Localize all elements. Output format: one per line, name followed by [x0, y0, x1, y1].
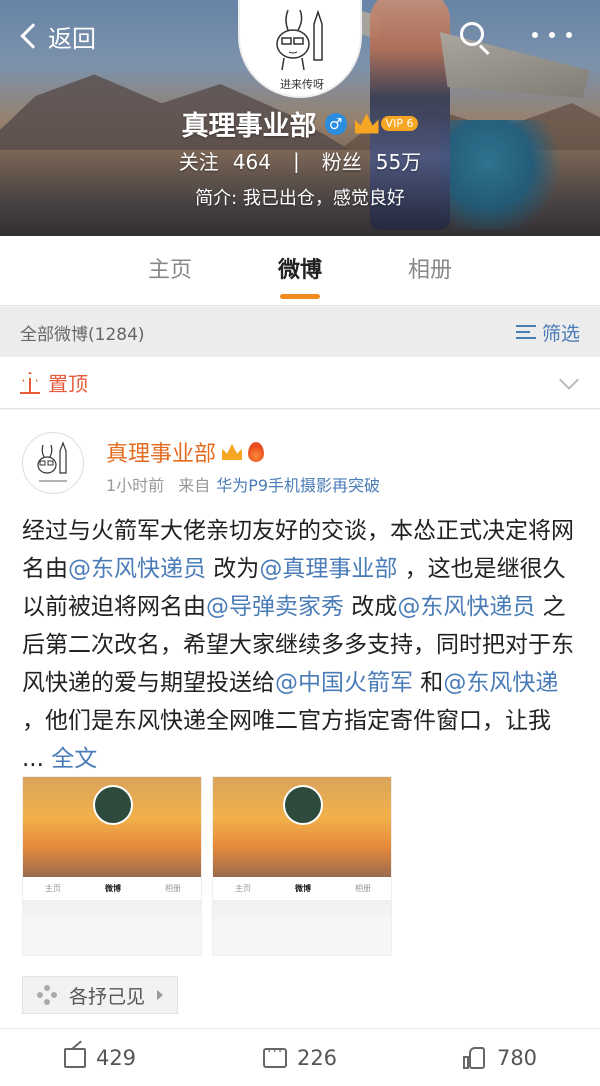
opinion-tag[interactable]: 各抒己见: [22, 976, 179, 1014]
all-posts-count: 全部微博(1284): [20, 324, 145, 345]
post-image[interactable]: 主页 微博 相册: [212, 776, 392, 956]
pinned-label: 置顶: [48, 372, 88, 396]
post-source[interactable]: 华为P9手机摄影再突破: [216, 472, 380, 496]
post-author[interactable]: 真理事业部: [106, 436, 265, 468]
back-button[interactable]: 返回: [18, 14, 96, 58]
post-text: 经过与火箭军大佬亲切友好的交谈，本怂正式决定将网名由@东风快递员 改为@真理事业…: [22, 512, 578, 778]
search-icon[interactable]: [458, 20, 492, 56]
mention-link[interactable]: @东风快递: [443, 670, 558, 696]
post-text-segment: 和: [413, 670, 444, 696]
stats-divider: |: [292, 148, 300, 173]
profile-bio: 简介: 我已出仓，感觉良好: [195, 188, 405, 209]
post-images: 主页 微博 相册 主页 微博 相册: [22, 776, 392, 956]
profile-stats: 关注 464 | 粉丝 55万: [0, 146, 600, 175]
repost-icon: [63, 1047, 86, 1068]
mention-link[interactable]: @导弹卖家秀: [206, 594, 344, 620]
repost-button[interactable]: 429: [0, 1029, 200, 1086]
profile-page: 返回 进来传呀 真理事业部 ♂ VIP 6 关注 464 | 粉丝 55万 简介…: [0, 0, 600, 1086]
caret-right-icon: [157, 990, 164, 1000]
mention-link[interactable]: @东风快递员: [68, 556, 206, 582]
filter-icon: [515, 323, 536, 341]
pinned-row[interactable]: 置顶: [0, 357, 600, 409]
vip-badge[interactable]: VIP 6: [354, 113, 419, 134]
mention-link[interactable]: @中国火箭军: [275, 670, 413, 696]
profile-name-row: 真理事业部 ♂ VIP 6: [0, 104, 600, 143]
mention-link[interactable]: @真理事业部: [259, 556, 397, 582]
comment-icon: [262, 1044, 287, 1068]
tab-weibo[interactable]: 微博: [235, 236, 365, 305]
tab-home[interactable]: 主页: [105, 236, 235, 305]
source-prefix: 来自: [178, 476, 211, 495]
thumbs-up-icon: [462, 1046, 487, 1069]
flame-icon: [248, 442, 265, 462]
mention-link[interactable]: @东风快递员: [397, 594, 535, 620]
rabbit-avatar-icon: [276, 9, 323, 71]
filter-button[interactable]: 筛选: [515, 319, 580, 346]
post-meta: 1小时前 来自 华为P9手机摄影再突破: [106, 472, 380, 496]
spinner-icon: [37, 985, 57, 1005]
filter-bar: 全部微博(1284) 筛选: [0, 307, 600, 357]
post-text-segment: 改为: [206, 556, 260, 582]
post-text-segment: 改成: [344, 594, 398, 620]
fans-stat[interactable]: 粉丝 55万: [322, 146, 421, 175]
post-card: 真理事业部 1小时前 来自 华为P9手机摄影再突破 经过与火箭军大佬亲切友好的交…: [0, 410, 600, 1028]
avatar-caption: 进来传呀: [280, 78, 324, 91]
chevron-left-icon: [20, 23, 46, 49]
post-image[interactable]: 主页 微博 相册: [22, 776, 202, 956]
tab-album[interactable]: 相册: [365, 236, 495, 305]
comment-button[interactable]: 226: [200, 1029, 400, 1086]
more-icon[interactable]: [532, 32, 572, 42]
profile-cover: 返回 进来传呀 真理事业部 ♂ VIP 6 关注 464 | 粉丝 55万 简介…: [0, 0, 600, 236]
post-action-bar: 429 226 780: [0, 1028, 600, 1086]
full-text-link[interactable]: 全文: [51, 746, 97, 772]
profile-tabs: 主页 微博 相册: [0, 236, 600, 306]
profile-avatar[interactable]: 进来传呀: [238, 0, 362, 98]
chevron-down-icon[interactable]: [559, 370, 579, 390]
male-gender-icon: ♂: [324, 112, 347, 135]
post-avatar[interactable]: [22, 432, 84, 494]
crown-icon: [222, 444, 243, 460]
rabbit-avatar-icon: [37, 441, 67, 482]
crown-icon: [354, 113, 379, 134]
follow-stat[interactable]: 关注 464: [179, 146, 271, 175]
post-text-segment: ，他们是东风快递全网唯二官方指定寄件窗口，让我 ...: [22, 708, 551, 772]
pin-top-icon: [20, 371, 40, 394]
post-time: 1小时前: [106, 476, 165, 495]
profile-name: 真理事业部: [181, 111, 317, 142]
like-button[interactable]: 780: [400, 1029, 600, 1086]
